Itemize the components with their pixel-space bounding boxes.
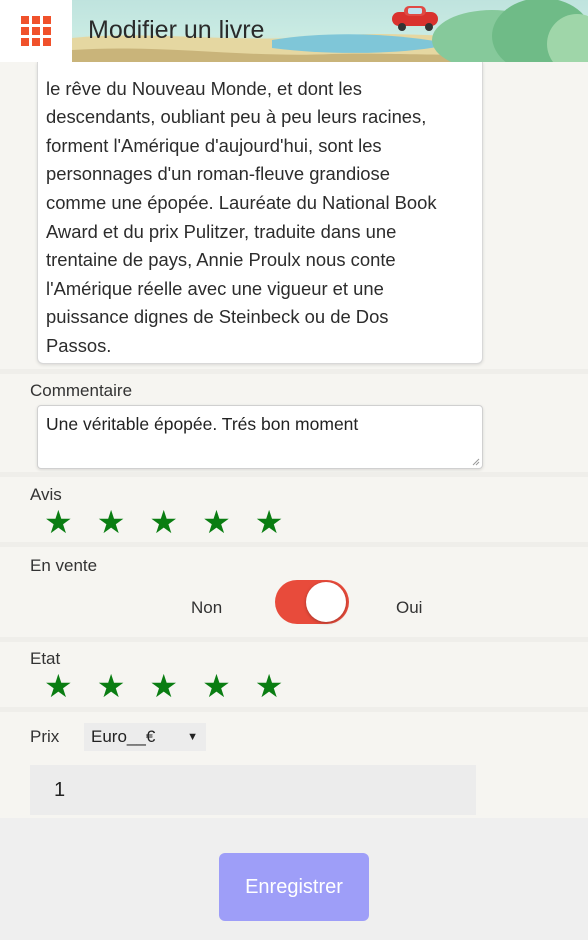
star-icon[interactable]: ★: [255, 670, 284, 702]
currency-value: Euro__€: [91, 727, 156, 746]
sale-off-label: Non: [191, 598, 223, 617]
star-icon[interactable]: ★: [149, 506, 178, 538]
star-icon[interactable]: ★: [44, 506, 73, 538]
description-line: puissance dignes de Steinbeck ou de Dos: [46, 306, 389, 328]
description-line: descendants, oubliant peu à peu leurs ra…: [46, 106, 427, 128]
comment-label: Commentaire: [30, 381, 133, 400]
star-icon[interactable]: ★: [255, 506, 284, 538]
description-line: comme une épopée. Lauréate du National B…: [46, 191, 437, 213]
star-icon[interactable]: ★: [97, 670, 126, 702]
etat-rating[interactable]: ★ ★ ★ ★ ★: [44, 670, 283, 702]
description-line: forment l'Amérique d'aujourd'hui, sont l…: [46, 134, 382, 156]
comment-field[interactable]: Une véritable épopée. Trés bon moment: [37, 405, 483, 469]
description-line: le rêve du Nouveau Monde, et dont les: [46, 77, 362, 99]
price-label: Prix: [30, 727, 60, 746]
star-icon[interactable]: ★: [202, 506, 231, 538]
star-icon[interactable]: ★: [44, 670, 73, 702]
toggle-knob: [306, 582, 346, 622]
page-title: Modifier un livre: [88, 16, 265, 44]
price-input[interactable]: 1: [30, 765, 476, 815]
sale-label: En vente: [30, 556, 98, 575]
edit-book-form: le rêve du Nouveau Monde, et dont les de…: [0, 62, 588, 818]
currency-select[interactable]: Euro__€ ▼: [84, 723, 206, 751]
avis-rating[interactable]: ★ ★ ★ ★ ★: [44, 506, 283, 538]
app-header: Modifier un livre: [0, 0, 588, 62]
sale-toggle[interactable]: [275, 580, 349, 624]
description-line: Passos.: [46, 334, 112, 356]
divider: [0, 707, 588, 712]
comment-value: Une véritable épopée. Trés bon moment: [46, 414, 359, 434]
grid-menu-icon: [21, 16, 51, 46]
resize-grip-icon[interactable]: [472, 458, 480, 466]
etat-label: Etat: [30, 649, 61, 668]
star-icon[interactable]: ★: [149, 670, 178, 702]
chevron-down-icon: ▼: [187, 731, 198, 743]
price-value: 1: [54, 779, 66, 801]
menu-button[interactable]: [0, 0, 72, 62]
description-text: le rêve du Nouveau Monde, et dont les de…: [46, 62, 482, 361]
divider: [0, 472, 588, 477]
avis-label: Avis: [30, 485, 62, 504]
star-icon[interactable]: ★: [97, 506, 126, 538]
description-line: trentaine de pays, Annie Proulx nous con…: [46, 249, 396, 271]
divider: [0, 637, 588, 642]
save-button[interactable]: Enregistrer: [219, 853, 369, 921]
description-line: personnages d'un roman-fleuve grandiose: [46, 163, 390, 185]
description-line: l'Amérique réelle avec une vigueur et un…: [46, 277, 384, 299]
divider: [0, 369, 588, 374]
star-icon[interactable]: ★: [202, 670, 231, 702]
divider: [0, 542, 588, 547]
sale-on-label: Oui: [396, 598, 423, 617]
description-field[interactable]: le rêve du Nouveau Monde, et dont les de…: [37, 62, 483, 364]
description-line: Award et du prix Pulitzer, traduite dans…: [46, 220, 397, 242]
